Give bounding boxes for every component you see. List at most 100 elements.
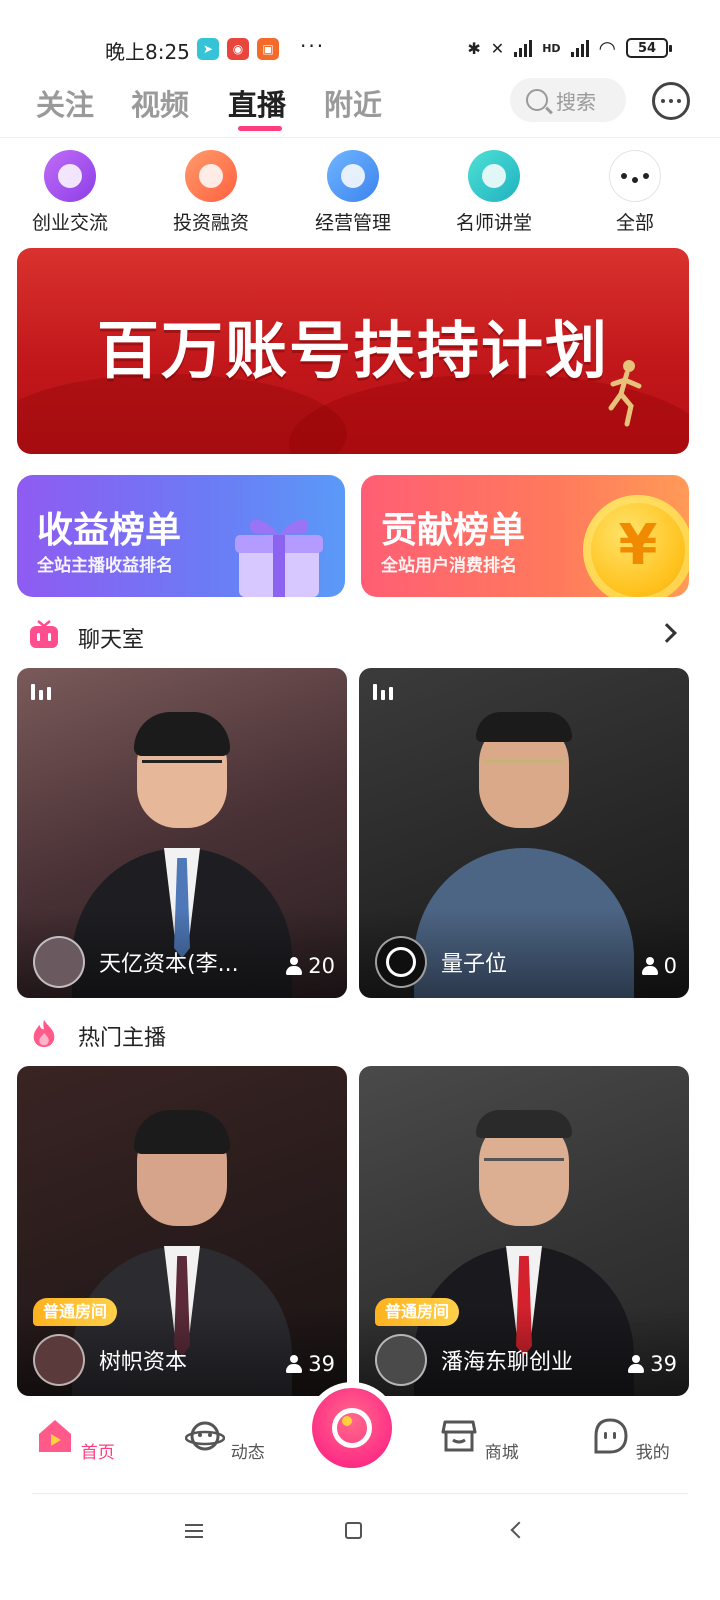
ranking-title: 贡献榜单 [381,510,526,551]
viewer-count: 39 [286,1352,335,1376]
user-icon [286,957,303,975]
live-card[interactable]: 天亿资本(李... 20 [17,668,347,998]
category-row: 创业交流 投资融资 经营管理 名师讲堂 全部 [0,150,720,240]
hot-hosts-header: 热门主播 [0,1012,720,1056]
wifi-icon: ◠ [598,36,616,60]
category-label: 经营管理 [314,212,391,234]
category-label: 投资融资 [172,212,249,234]
nav-label: 动态 [230,1443,265,1463]
more-dots-icon [609,150,661,202]
status-right: ✱ ✕ HD ◠ 54 [467,36,672,60]
contribution-ranking-card[interactable]: 贡献榜单 全站用户消费排名 ¥ [361,475,689,597]
live-card[interactable]: 量子位 0 [359,668,689,998]
user-icon [286,1355,303,1373]
planet-face-icon [185,1421,226,1451]
category-management[interactable]: 经营管理 [293,150,413,235]
system-nav-bar [0,1500,720,1600]
nav-profile[interactable]: 我的 [585,1416,675,1463]
live-card[interactable]: 普通房间 树帜资本 39 [17,1066,347,1396]
tv-icon [30,620,58,648]
chat-room-header[interactable]: 聊天室 [0,614,720,658]
category-startup[interactable]: 创业交流 [10,150,130,235]
search-icon [526,89,548,111]
section-title: 热门主播 [78,1026,167,1051]
more-notifications-icon: ··· [300,34,326,58]
signal-icon-2 [570,39,589,57]
avatar [33,936,85,988]
ranking-subtitle: 全站主播收益排名 [37,556,173,576]
message-icon[interactable] [652,82,690,120]
home-square-icon[interactable] [345,1522,362,1539]
host-name: 量子位 [441,952,508,977]
battery-icon: 54 [626,38,672,58]
flame-icon [33,1019,55,1048]
promo-banner[interactable]: 百万账号扶持计划 [17,248,689,454]
status-bar: 晚上8:25 ➤ ◉ ▣ ··· ✱ ✕ HD ◠ 54 [0,0,720,70]
send-app-icon: ➤ [197,38,219,60]
avatar [375,936,427,988]
coin-symbol: ¥ [618,513,658,578]
live-indicator-icon [373,682,393,700]
category-investment[interactable]: 投资融资 [151,150,271,235]
nav-label: 我的 [635,1443,670,1463]
graduation-cap-icon [468,150,520,202]
section-title: 聊天室 [78,628,145,653]
startup-icon [44,150,96,202]
recent-apps-icon[interactable] [185,1524,203,1538]
nav-label: 首页 [80,1443,115,1463]
banner-title: 百万账号扶持计划 [96,314,609,387]
viewer-count: 39 [628,1352,677,1376]
top-nav: 关注 视频 直播 附近 搜索 [0,70,720,138]
host-name: 天亿资本(李... [99,952,239,977]
signal-icon [514,39,533,57]
host-name: 潘海东聊创业 [441,1350,574,1375]
live-indicator-icon [31,682,51,700]
active-tab-indicator [238,126,282,131]
category-lecture[interactable]: 名师讲堂 [434,150,554,235]
category-all[interactable]: 全部 [575,150,695,235]
tab-follow[interactable]: 关注 [36,82,94,124]
viewer-count: 0 [641,954,677,978]
room-type-badge: 普通房间 [33,1298,118,1326]
avatar [375,1334,427,1386]
back-icon[interactable] [510,1521,528,1539]
ranking-subtitle: 全站用户消费排名 [381,556,517,576]
viewer-count: 20 [286,954,335,978]
gift-icon [235,519,323,597]
coin-icon: ¥ [583,495,689,597]
live-card[interactable]: 普通房间 潘海东聊创业 39 [359,1066,689,1396]
home-icon [39,1420,72,1452]
nav-feed[interactable]: 动态 [180,1416,270,1463]
runner-icon [608,360,642,427]
avatar [33,1334,85,1386]
category-label: 名师讲堂 [455,212,532,234]
nav-mall[interactable]: 商城 [434,1416,524,1463]
search-box[interactable]: 搜索 [510,78,626,122]
status-time: 晚上8:25 [105,40,190,64]
ranking-title: 收益榜单 [37,510,182,551]
category-label: 创业交流 [31,212,108,234]
mascot-app-icon: ◉ [227,38,249,60]
user-icon [641,957,658,975]
hd-label: HD [542,41,561,55]
chevron-right-icon[interactable] [657,623,677,643]
bluetooth-icon: ✱ [467,38,481,58]
tab-nearby[interactable]: 附近 [324,82,382,124]
mute-icon: ✕ [490,38,505,58]
tab-live[interactable]: 直播 [228,82,286,124]
profile-face-icon [594,1418,628,1454]
nav-home[interactable]: 首页 [30,1416,120,1463]
nav-label: 商城 [484,1443,519,1463]
shop-app-icon: ▣ [257,38,279,60]
status-app-icons: ➤ ◉ ▣ [197,38,279,60]
user-icon [628,1355,645,1373]
search-placeholder: 搜索 [556,89,596,114]
category-label: 全部 [615,212,654,234]
fan-icon [185,150,237,202]
income-ranking-card[interactable]: 收益榜单 全站主播收益排名 [17,475,345,597]
go-live-button[interactable] [312,1388,392,1468]
camera-icon [332,1408,372,1448]
tab-video[interactable]: 视频 [131,82,189,124]
host-name: 树帜资本 [99,1350,188,1375]
nav-divider [32,1493,688,1494]
